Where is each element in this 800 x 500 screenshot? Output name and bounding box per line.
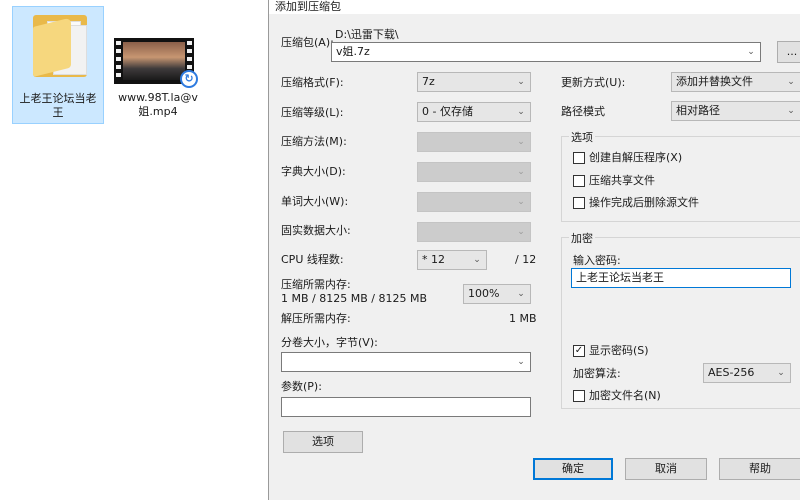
- dialog-title: 添加到压缩包: [269, 0, 800, 14]
- mem-percent-value: 100%: [468, 287, 500, 300]
- desktop-video-file[interactable]: ↻ www.98T.la@v姐.mp4: [110, 6, 206, 124]
- method-label: 压缩方法(M):: [281, 135, 347, 148]
- mem-decompress-value: 1 MB: [509, 312, 537, 325]
- chevron-down-icon: ⌄: [747, 47, 755, 57]
- browse-button[interactable]: ...: [777, 41, 800, 63]
- add-to-archive-dialog: 添加到压缩包 压缩包(A): D:\迅雷下载\ v姐.7z ⌄ ... 压缩格式…: [268, 0, 800, 500]
- desktop-folder-label: 上老王论坛当老王: [19, 92, 97, 119]
- level-label: 压缩等级(L):: [281, 106, 344, 119]
- checkbox-box: [573, 152, 585, 164]
- archive-name-value: v姐.7z: [336, 45, 370, 58]
- chevron-down-icon: ⌄: [517, 289, 525, 299]
- chevron-down-icon: ⌄: [473, 255, 481, 265]
- encrypt-method-value: AES-256: [708, 366, 755, 379]
- mem-compress-detail: 1 MB / 8125 MB / 8125 MB: [281, 292, 427, 305]
- split-label: 分卷大小，字节(V):: [281, 336, 378, 349]
- chevron-down-icon: ⌄: [787, 106, 795, 116]
- archive-label: 压缩包(A):: [281, 36, 334, 49]
- dict-label: 字典大小(D):: [281, 165, 346, 178]
- checkmark-icon: ✓: [573, 345, 585, 357]
- encrypt-group-title: 加密: [569, 232, 595, 246]
- checkbox-box: [573, 175, 585, 187]
- format-value: 7z: [422, 75, 435, 88]
- chevron-down-icon: ⌄: [517, 167, 525, 177]
- archive-path: D:\迅雷下载\: [335, 28, 399, 41]
- chevron-down-icon: ⌄: [517, 107, 525, 117]
- delete-source-label: 操作完成后删除源文件: [589, 196, 699, 209]
- folder-icon: [33, 15, 87, 77]
- checkbox-box: [573, 197, 585, 209]
- path-mode-value: 相对路径: [676, 104, 720, 117]
- show-password-label: 显示密码(S): [589, 344, 649, 357]
- update-value: 添加并替换文件: [676, 75, 753, 88]
- chevron-down-icon: ⌄: [777, 368, 785, 378]
- ok-button[interactable]: 确定: [533, 458, 613, 480]
- path-mode-combo[interactable]: 相对路径 ⌄: [671, 101, 800, 121]
- encrypt-method-combo[interactable]: AES-256 ⌄: [703, 363, 791, 383]
- help-button[interactable]: 帮助: [719, 458, 800, 480]
- path-mode-label: 路径模式: [561, 105, 605, 118]
- options-group-title: 选项: [569, 131, 595, 145]
- word-combo[interactable]: ⌄: [417, 192, 531, 212]
- params-label: 参数(P):: [281, 380, 322, 393]
- chevron-down-icon: ⌄: [517, 357, 525, 367]
- threads-max: / 12: [515, 253, 537, 266]
- method-combo[interactable]: ⌄: [417, 132, 531, 152]
- update-label: 更新方式(U):: [561, 76, 626, 89]
- level-value: 0 - 仅存储: [422, 105, 473, 118]
- format-combo[interactable]: 7z ⌄: [417, 72, 531, 92]
- split-combo[interactable]: ⌄: [281, 352, 531, 372]
- params-input[interactable]: [281, 397, 531, 417]
- format-label: 压缩格式(F):: [281, 76, 344, 89]
- update-combo[interactable]: 添加并替换文件 ⌄: [671, 72, 800, 92]
- solid-label: 固实数据大小:: [281, 224, 351, 237]
- chevron-down-icon: ⌄: [517, 137, 525, 147]
- threads-combo[interactable]: * 12 ⌄: [417, 250, 487, 270]
- password-label: 输入密码:: [573, 254, 621, 267]
- options-button[interactable]: 选项: [283, 431, 363, 453]
- mem-percent-combo[interactable]: 100% ⌄: [463, 284, 531, 304]
- solid-combo[interactable]: ⌄: [417, 222, 531, 242]
- chevron-down-icon: ⌄: [517, 227, 525, 237]
- chevron-down-icon: ⌄: [787, 77, 795, 87]
- desktop-folder[interactable]: 上老王论坛当老王: [12, 6, 104, 124]
- archive-name-combo[interactable]: v姐.7z ⌄: [331, 42, 761, 62]
- password-input[interactable]: 上老王论坛当老王: [571, 268, 791, 288]
- shared-label: 压缩共享文件: [589, 174, 655, 187]
- cancel-button[interactable]: 取消: [625, 458, 707, 480]
- word-label: 单词大小(W):: [281, 195, 349, 208]
- threads-label: CPU 线程数:: [281, 253, 344, 266]
- checkbox-box: [573, 390, 585, 402]
- dict-combo[interactable]: ⌄: [417, 162, 531, 182]
- sfx-label: 创建自解压程序(X): [589, 151, 683, 164]
- level-combo[interactable]: 0 - 仅存储 ⌄: [417, 102, 531, 122]
- threads-value: * 12: [422, 253, 445, 266]
- sync-icon: ↻: [180, 70, 198, 88]
- chevron-down-icon: ⌄: [517, 197, 525, 207]
- encrypt-method-label: 加密算法:: [573, 367, 621, 380]
- encrypt-names-label: 加密文件名(N): [589, 389, 661, 402]
- desktop-video-label: www.98T.la@v姐.mp4: [118, 91, 198, 118]
- mem-compress-label: 压缩所需内存:: [281, 278, 351, 291]
- mem-decompress-label: 解压所需内存:: [281, 312, 351, 325]
- chevron-down-icon: ⌄: [517, 77, 525, 87]
